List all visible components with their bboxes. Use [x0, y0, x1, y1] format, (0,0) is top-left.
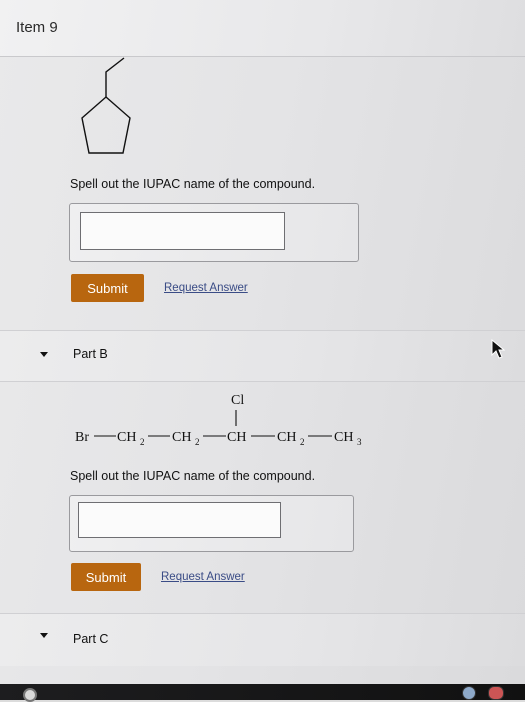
formula-subscript-1: 2: [140, 437, 145, 447]
methylcyclopentane-structure: [81, 57, 131, 154]
tray-app-icon[interactable]: [462, 686, 476, 700]
bromo-chloro-hexane-formula: Cl Br CH 2 CH 2 CH CH 2 CH 3: [75, 393, 362, 447]
chevron-down-icon: [40, 633, 48, 638]
formula-group-5: CH: [334, 430, 353, 445]
formula-substituent-cl: Cl: [231, 393, 244, 408]
formula-subscript-4: 2: [300, 437, 305, 447]
part-a-submit-button[interactable]: Submit: [71, 274, 144, 302]
formula-group-2: CH: [172, 430, 191, 445]
formula-subscript-5: 3: [357, 437, 362, 447]
part-a-prompt: Spell out the IUPAC name of the compound…: [70, 177, 316, 191]
part-b-answer-box: [69, 495, 354, 552]
chevron-down-icon: [40, 352, 48, 357]
page: Item 9 Spell out the IUPAC name of the c…: [0, 0, 525, 702]
part-b-submit-button[interactable]: Submit: [71, 563, 141, 591]
part-b-request-answer-link[interactable]: Request Answer: [161, 571, 245, 583]
item-title: Item 9: [16, 19, 58, 36]
part-a-request-answer-link[interactable]: Request Answer: [164, 282, 248, 294]
formula-atom-br: Br: [75, 430, 89, 445]
formula-subscript-2: 2: [195, 437, 200, 447]
formula-group-1: CH: [117, 430, 136, 445]
item-header: Item 9: [0, 0, 525, 57]
part-b-label: Part B: [73, 347, 108, 361]
part-b-answer-input[interactable]: [78, 502, 281, 538]
mouse-pointer-icon: [491, 339, 505, 359]
part-c-label: Part C: [73, 632, 109, 646]
formula-group-4: CH: [277, 430, 296, 445]
part-a-answer-box: [69, 203, 359, 262]
part-a-answer-input[interactable]: [80, 212, 285, 250]
tray-status-icon[interactable]: [488, 686, 504, 700]
taskbar: [0, 684, 525, 702]
part-b-prompt: Spell out the IUPAC name of the compound…: [70, 469, 316, 483]
part-b-header[interactable]: Part B: [0, 330, 525, 382]
part-c-header[interactable]: Part C: [0, 613, 525, 666]
formula-group-3: CH: [227, 430, 246, 445]
